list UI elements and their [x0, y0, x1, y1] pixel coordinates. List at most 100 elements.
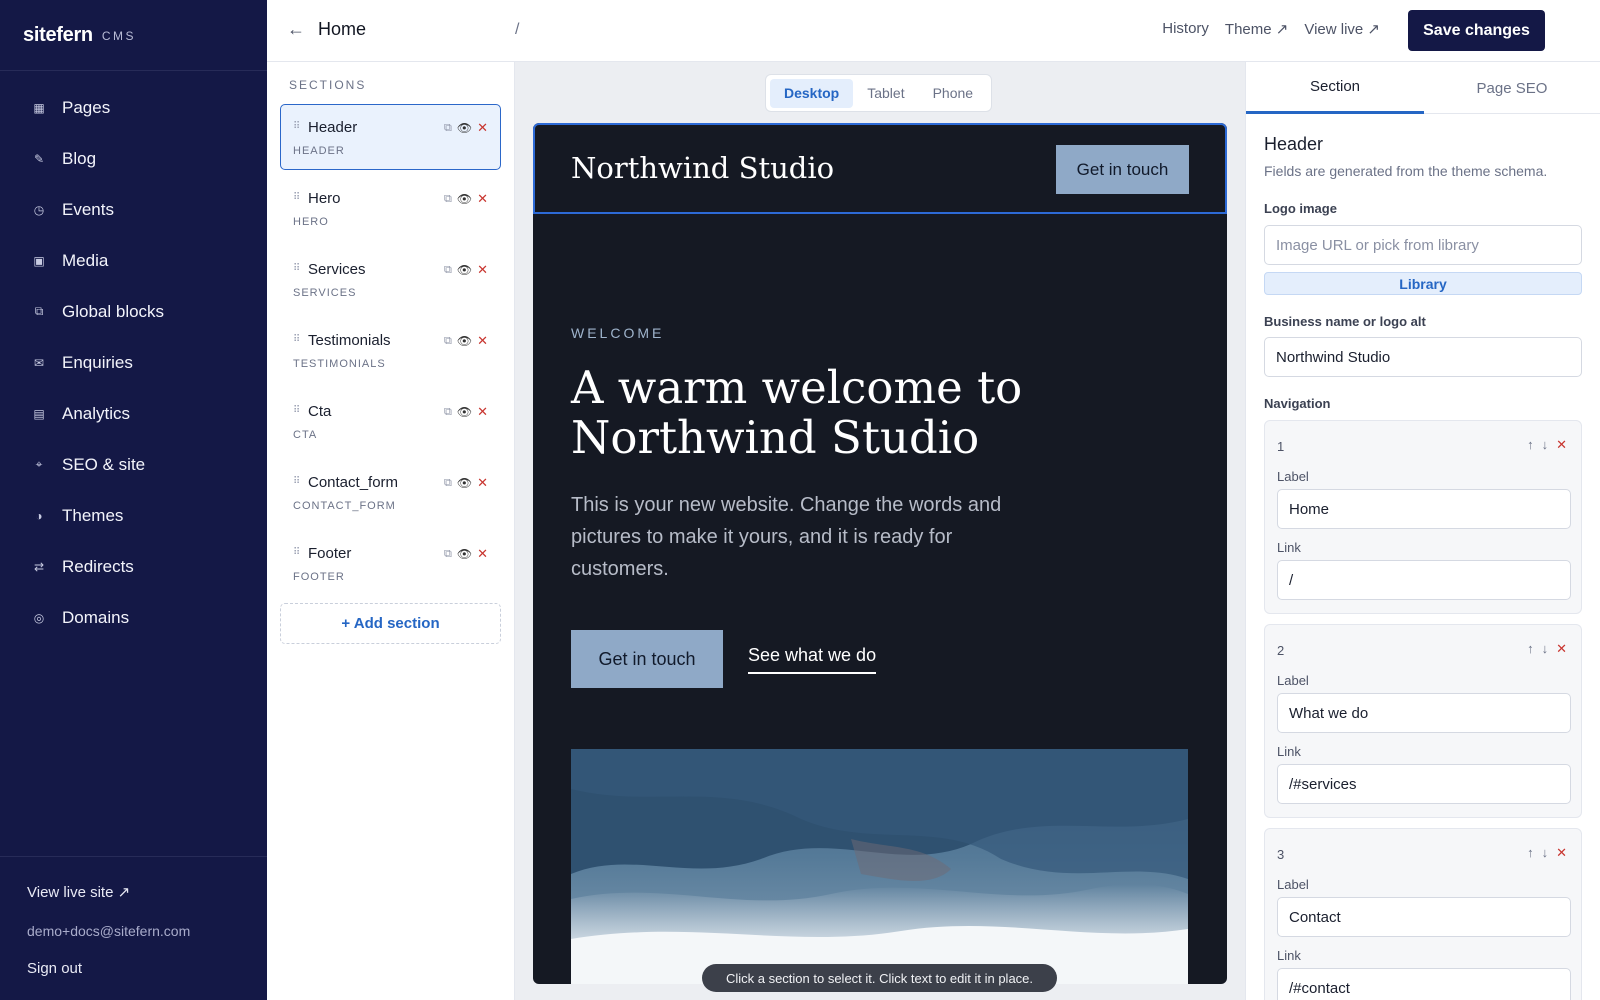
section-item-testimonials[interactable]: ⠿ Testimonials TESTIMONIALS ⧉ 👁 ✕	[280, 317, 501, 383]
logo-image-input[interactable]	[1264, 225, 1582, 265]
move-down-icon[interactable]: ↓	[1542, 845, 1549, 861]
duplicate-icon[interactable]: ⧉	[444, 122, 452, 135]
tab-section[interactable]: Section	[1246, 62, 1424, 114]
tab-page-seo[interactable]: Page SEO	[1423, 62, 1600, 114]
site-preview[interactable]: Northwind Studio Get in touch WELCOME A …	[533, 123, 1227, 984]
move-down-icon[interactable]: ↓	[1542, 641, 1549, 657]
add-section-button[interactable]: + Add section	[280, 603, 501, 644]
business-name-label: Business name or logo alt	[1264, 314, 1426, 329]
preview-header-cta[interactable]: Get in touch	[1056, 145, 1189, 194]
save-changes-button[interactable]: Save changes	[1408, 10, 1545, 51]
sidebar-item-redirects[interactable]: ⇄ Redirects	[0, 541, 267, 592]
preview-hero-image[interactable]	[571, 749, 1188, 984]
duplicate-icon[interactable]: ⧉	[444, 264, 452, 277]
delete-icon[interactable]: ✕	[477, 546, 488, 562]
section-type: HEADER	[293, 145, 345, 157]
brand[interactable]: sitefern CMS	[0, 0, 267, 71]
preview-canvas: Desktop Tablet Phone Northwind Studio Ge…	[515, 62, 1245, 1000]
drag-handle-icon[interactable]: ⠿	[293, 476, 300, 487]
nav-label-input[interactable]	[1277, 897, 1571, 937]
drag-handle-icon[interactable]: ⠿	[293, 263, 300, 274]
delete-icon[interactable]: ✕	[477, 404, 488, 420]
sidebar-item-enquiries[interactable]: ✉ Enquiries	[0, 337, 267, 388]
library-button[interactable]: Library	[1264, 272, 1582, 295]
remove-icon[interactable]: ✕	[1556, 437, 1567, 453]
device-phone-button[interactable]: Phone	[919, 79, 987, 108]
remove-icon[interactable]: ✕	[1556, 845, 1567, 861]
duplicate-icon[interactable]: ⧉	[444, 548, 452, 561]
section-item-cta[interactable]: ⠿ Cta CTA ⧉ 👁 ✕	[280, 388, 501, 454]
pages-icon: ▦	[33, 100, 45, 115]
drag-handle-icon[interactable]: ⠿	[293, 334, 300, 345]
duplicate-icon[interactable]: ⧉	[444, 477, 452, 490]
sidebar-item-pages[interactable]: ▦ Pages	[0, 82, 267, 133]
sidebar-item-global-blocks[interactable]: ⧉ Global blocks	[0, 286, 267, 337]
sidebar-item-label: Pages	[62, 97, 111, 117]
nav-link-input[interactable]	[1277, 560, 1571, 600]
move-up-icon[interactable]: ↑	[1527, 641, 1534, 657]
move-up-icon[interactable]: ↑	[1527, 845, 1534, 861]
eye-icon[interactable]: 👁	[457, 192, 472, 206]
sign-out-link[interactable]: Sign out	[27, 960, 82, 977]
eye-icon[interactable]: 👁	[457, 476, 472, 490]
drag-handle-icon[interactable]: ⠿	[293, 192, 300, 203]
duplicate-icon[interactable]: ⧉	[444, 335, 452, 348]
nav-link-caption: Link	[1277, 948, 1301, 963]
move-down-icon[interactable]: ↓	[1542, 437, 1549, 453]
sidebar-footer: View live site ↗ demo+docs@sitefern.com …	[0, 856, 267, 1000]
view-live-link[interactable]: View live ↗	[1304, 20, 1380, 38]
delete-icon[interactable]: ✕	[477, 120, 488, 136]
history-link[interactable]: History	[1162, 20, 1209, 38]
device-tablet-button[interactable]: Tablet	[853, 79, 918, 108]
sidebar-item-seo-site[interactable]: ⌖ SEO & site	[0, 439, 267, 490]
preview-subtext[interactable]: This is your new website. Change the wor…	[571, 489, 1041, 585]
duplicate-icon[interactable]: ⧉	[444, 406, 452, 419]
drag-handle-icon[interactable]: ⠿	[293, 121, 300, 132]
theme-link[interactable]: Theme ↗	[1225, 20, 1288, 38]
sidebar-item-domains[interactable]: ◎ Domains	[0, 592, 267, 643]
sidebar-item-media[interactable]: ▣ Media	[0, 235, 267, 286]
delete-icon[interactable]: ✕	[477, 262, 488, 278]
business-name-input[interactable]	[1264, 337, 1582, 377]
view-live-site-link[interactable]: View live site ↗	[27, 883, 130, 901]
preview-header-section[interactable]: Northwind Studio Get in touch	[533, 123, 1227, 214]
delete-icon[interactable]: ✕	[477, 191, 488, 207]
page-slug[interactable]: /	[515, 21, 519, 39]
section-type: SERVICES	[293, 287, 357, 299]
sidebar-item-label: SEO & site	[62, 454, 146, 474]
eye-icon[interactable]: 👁	[457, 547, 472, 561]
delete-icon[interactable]: ✕	[477, 333, 488, 349]
sidebar-item-events[interactable]: ◷ Events	[0, 184, 267, 235]
drag-handle-icon[interactable]: ⠿	[293, 547, 300, 558]
preview-primary-button[interactable]: Get in touch	[571, 630, 723, 688]
duplicate-icon[interactable]: ⧉	[444, 193, 452, 206]
drag-handle-icon[interactable]: ⠿	[293, 405, 300, 416]
remove-icon[interactable]: ✕	[1556, 641, 1567, 657]
section-item-hero[interactable]: ⠿ Hero HERO ⧉ 👁 ✕	[280, 175, 501, 241]
section-item-contact-form[interactable]: ⠿ Contact_form CONTACT_FORM ⧉ 👁 ✕	[280, 459, 501, 525]
sidebar-item-blog[interactable]: ✎ Blog	[0, 133, 267, 184]
preview-secondary-link[interactable]: See what we do	[748, 645, 877, 674]
sidebar-item-analytics[interactable]: ▤ Analytics	[0, 388, 267, 439]
sidebar-item-themes[interactable]: ◑ Themes	[0, 490, 267, 541]
nav-label-input[interactable]	[1277, 693, 1571, 733]
preview-logo[interactable]: Northwind Studio	[571, 151, 834, 185]
move-up-icon[interactable]: ↑	[1527, 437, 1534, 453]
delete-icon[interactable]: ✕	[477, 475, 488, 491]
eye-icon[interactable]: 👁	[457, 263, 472, 277]
sidebar-item-label: Domains	[62, 607, 130, 627]
eye-icon[interactable]: 👁	[457, 405, 472, 419]
sidebar-nav: ▦ Pages ✎ Blog ◷ Events ▣ Media ⧉ Global bloc…	[0, 71, 267, 643]
eye-icon[interactable]: 👁	[457, 121, 472, 135]
device-desktop-button[interactable]: Desktop	[770, 78, 854, 108]
nav-link-input[interactable]	[1277, 764, 1571, 804]
nav-label-input[interactable]	[1277, 489, 1571, 529]
section-item-services[interactable]: ⠿ Services SERVICES ⧉ 👁 ✕	[280, 246, 501, 312]
section-item-footer[interactable]: ⠿ Footer FOOTER ⧉ 👁 ✕	[280, 530, 501, 596]
preview-eyebrow[interactable]: WELCOME	[571, 325, 664, 341]
section-item-header[interactable]: ⠿ Header HEADER ⧉ 👁 ✕	[280, 104, 501, 170]
nav-link-input[interactable]	[1277, 968, 1571, 1000]
preview-headline[interactable]: A warm welcome to Northwind Studio	[571, 363, 1131, 463]
eye-icon[interactable]: 👁	[457, 334, 472, 348]
back-arrow-icon[interactable]: ←	[287, 19, 305, 40]
